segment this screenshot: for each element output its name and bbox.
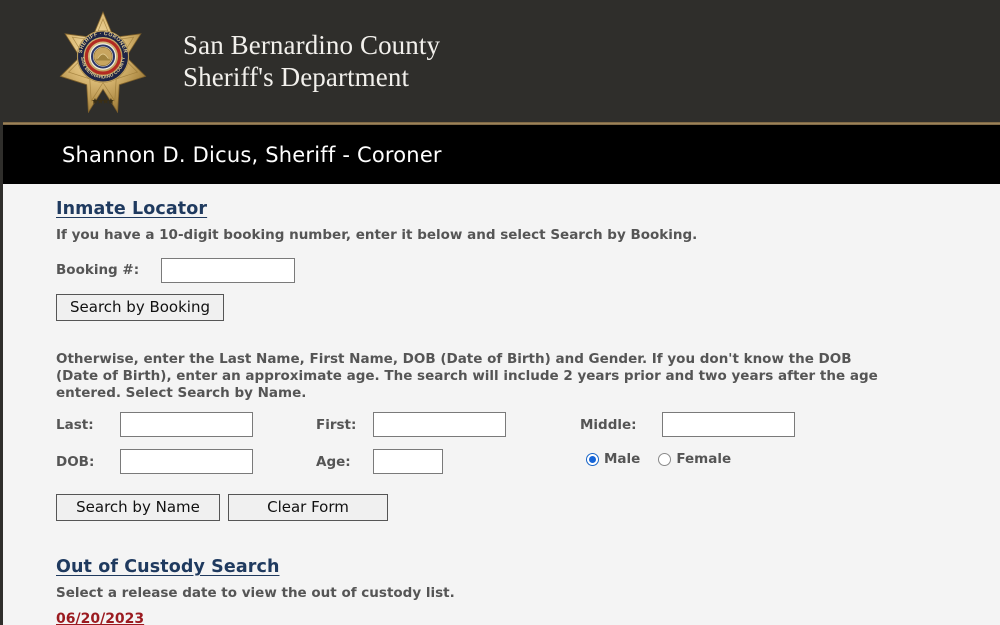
site-masthead: SHERIFF · CORONER SAN BERNARDINO COUNTY …	[0, 0, 1000, 122]
inmate-locator-heading[interactable]: Inmate Locator	[56, 184, 207, 219]
last-name-label: Last:	[56, 416, 94, 433]
out-of-custody-heading[interactable]: Out of Custody Search	[56, 557, 280, 577]
age-group: Age:	[316, 449, 443, 474]
gender-radio-group: Male Female	[586, 451, 731, 467]
search-by-booking-button[interactable]: Search by Booking	[56, 294, 224, 321]
radio-selected-icon[interactable]	[586, 452, 599, 466]
name-search-instruction-text: Otherwise, enter the Last Name, First Na…	[56, 351, 878, 401]
middle-name-label: Middle:	[580, 416, 637, 433]
booking-number-label: Booking #:	[56, 262, 140, 278]
booking-number-input[interactable]	[161, 257, 296, 283]
left-edge-stripe	[0, 0, 3, 625]
first-name-input[interactable]	[373, 412, 506, 437]
main-content: Inmate Locator If you have a 10-digit bo…	[0, 184, 1000, 625]
gender-male-label: Male	[604, 451, 641, 467]
sheriff-name-text: Shannon D. Dicus, Sheriff - Coroner	[62, 142, 442, 167]
agency-title-line2: Sheriff's Department	[183, 62, 410, 92]
booking-instruction-text: If you have a 10-digit booking number, e…	[56, 227, 698, 243]
name-search-button-row: Search by Name Clear Form	[56, 494, 1000, 521]
age-label: Age:	[316, 453, 351, 470]
age-input[interactable]	[373, 449, 443, 474]
dob-input[interactable]	[120, 449, 253, 474]
agency-title-line1: San Bernardino County	[183, 30, 441, 60]
page-root: SHERIFF · CORONER SAN BERNARDINO COUNTY …	[0, 0, 1000, 625]
out-of-custody-section: Out of Custody Search Select a release d…	[56, 557, 1000, 625]
dob-group: DOB:	[56, 449, 253, 474]
release-date-link[interactable]: 06/20/2023	[56, 611, 144, 625]
agency-title: San Bernardino County Sheriff's Departme…	[183, 29, 440, 93]
gender-male-option[interactable]: Male	[586, 451, 640, 467]
search-by-name-button[interactable]: Search by Name	[56, 494, 220, 521]
last-name-input[interactable]	[120, 412, 253, 437]
radio-unselected-icon[interactable]	[658, 452, 672, 466]
out-of-custody-instruction-text: Select a release date to view the out of…	[56, 585, 455, 601]
name-form-row-2: DOB: Age: Male Female	[56, 449, 1000, 480]
clear-form-button[interactable]: Clear Form	[228, 494, 388, 521]
sheriff-name-band: Shannon D. Dicus, Sheriff - Coroner	[0, 125, 1000, 184]
booking-number-row: Booking #:	[56, 257, 1000, 283]
middle-name-group: Middle:	[580, 412, 795, 437]
sheriff-star-badge-icon: SHERIFF · CORONER SAN BERNARDINO COUNTY	[55, 9, 151, 113]
gender-female-option[interactable]: Female	[658, 451, 731, 467]
dob-label: DOB:	[56, 453, 95, 470]
name-form-row-1: Last: First: Middle:	[56, 412, 1000, 443]
name-search-form: Last: First: Middle: DOB: Age: Male Fema…	[56, 412, 1000, 521]
gender-female-label: Female	[676, 451, 732, 467]
middle-name-input[interactable]	[662, 412, 795, 437]
first-name-label: First:	[316, 416, 357, 433]
search-by-booking-row: Search by Booking	[56, 294, 1000, 321]
first-name-group: First:	[316, 412, 506, 437]
last-name-group: Last:	[56, 412, 253, 437]
